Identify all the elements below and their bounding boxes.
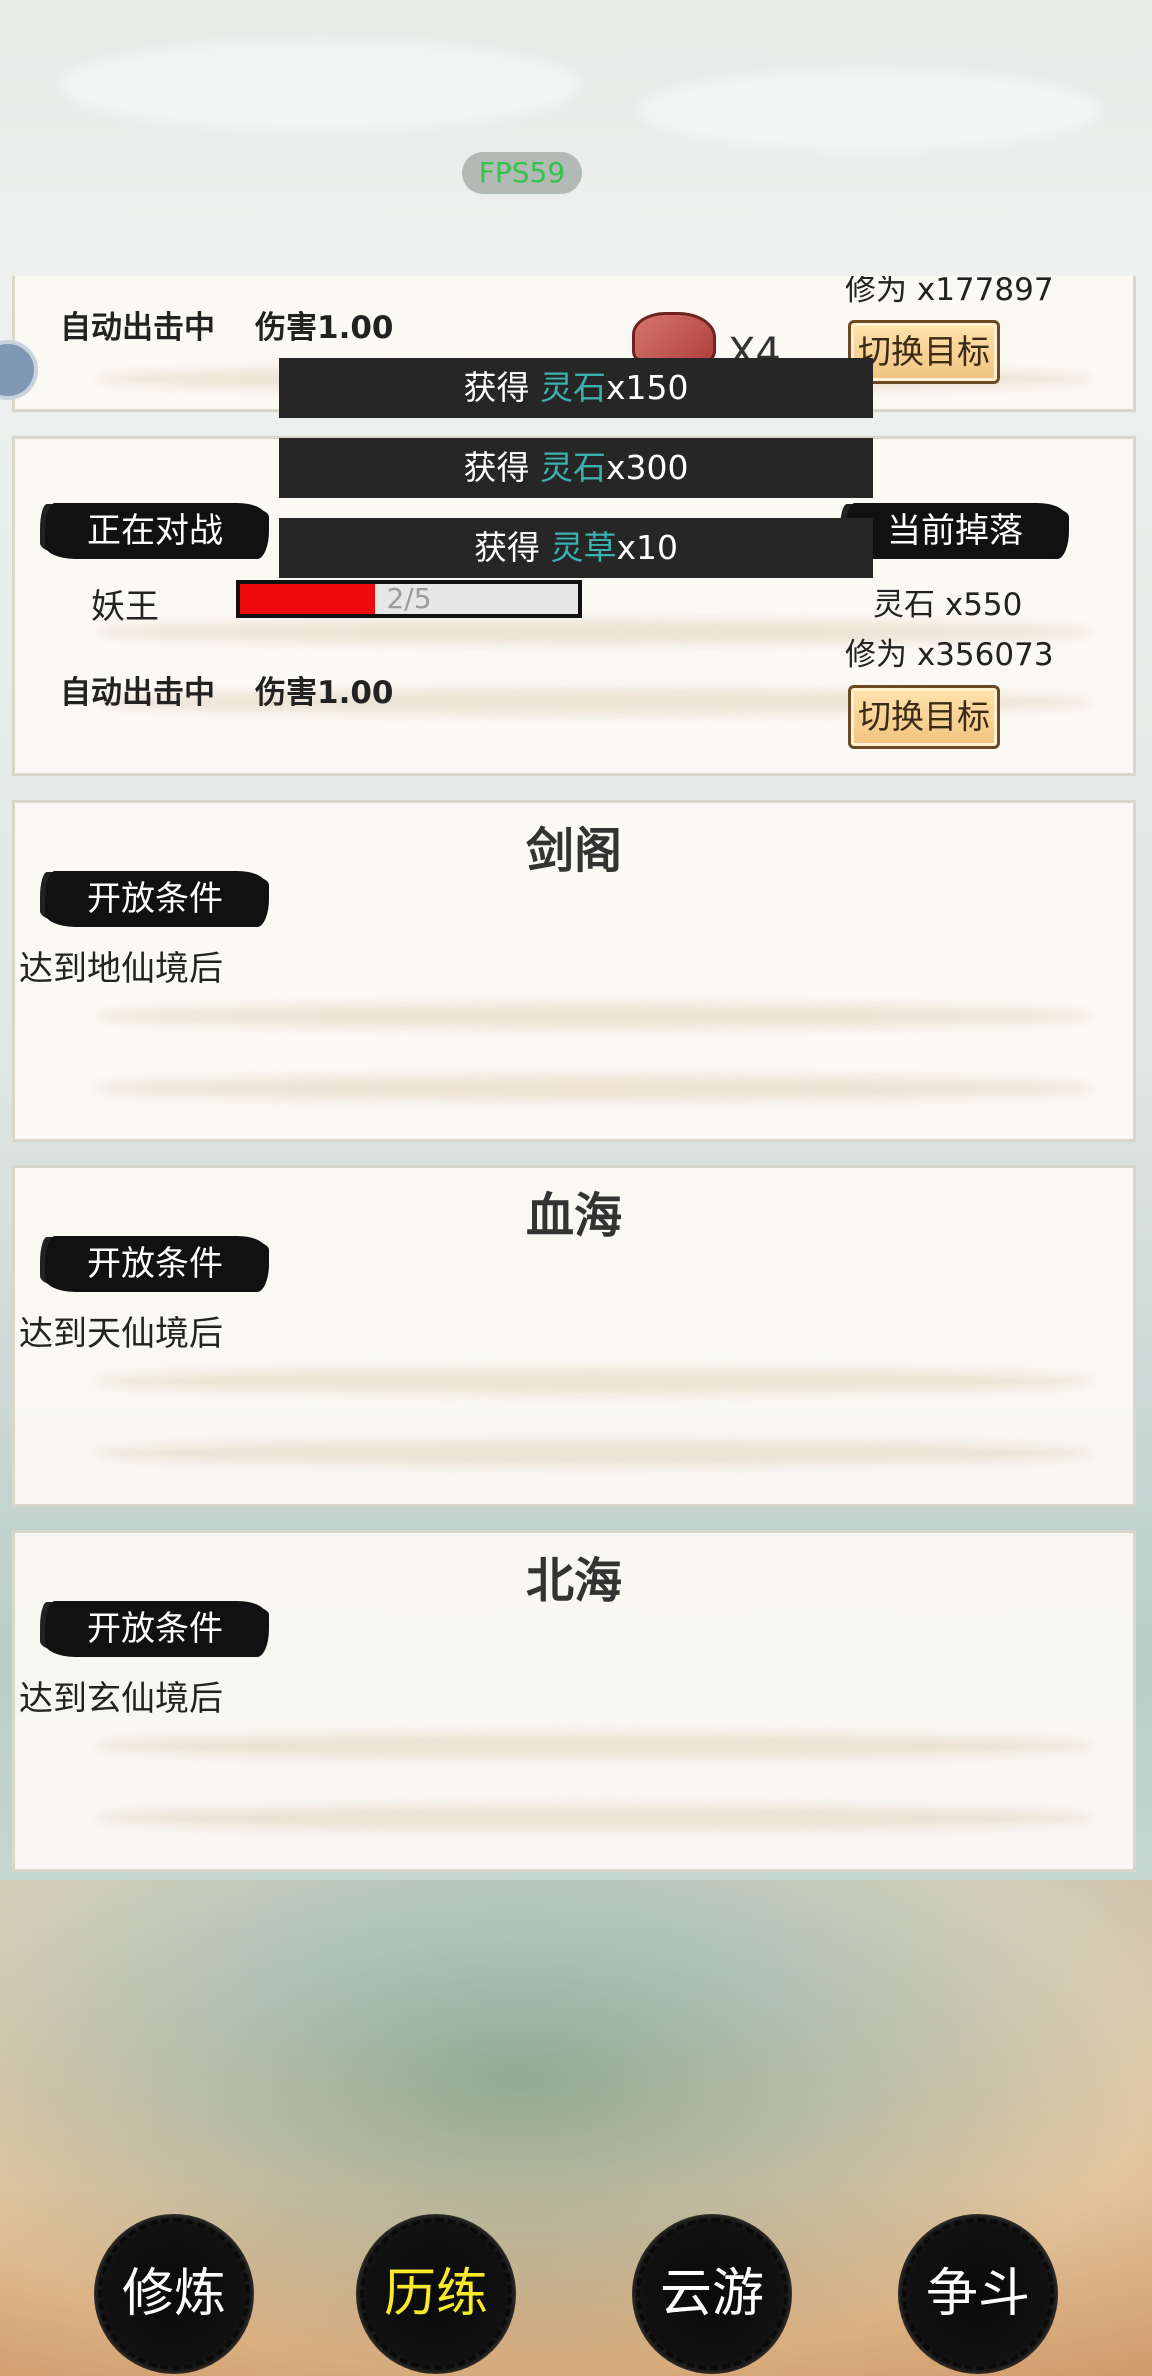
bg-cloud (60, 40, 580, 130)
reward-toast: 获得 灵石x150 (279, 358, 873, 418)
drop-item: 灵石 x550 (873, 587, 1023, 623)
auto-attack-status: 自动出击中 (60, 675, 215, 711)
damage-multiplier: 伤害1.00 (255, 310, 394, 346)
fps-counter: FPS59 (462, 152, 582, 194)
drop-cultivation: 修为 x177897 (845, 276, 1054, 308)
nav-adventure[interactable]: 历练 (356, 2214, 516, 2374)
reward-toast: 获得 灵草x10 (279, 518, 873, 578)
enemy-hp-bar: 2/5 (236, 580, 582, 618)
fighting-label: 正在对战 (45, 503, 265, 559)
reward-toast: 获得 灵石x300 (279, 438, 873, 498)
auto-attack-status: 自动出击中 (60, 310, 215, 346)
nav-battle[interactable]: 争斗 (898, 2214, 1058, 2374)
nav-cultivate[interactable]: 修炼 (94, 2214, 254, 2374)
unlock-condition-label: 开放条件 (45, 1601, 265, 1657)
unlock-condition-label: 开放条件 (45, 871, 265, 927)
zone-card-beihai[interactable]: 北海 开放条件 达到玄仙境后 (12, 1530, 1136, 1872)
unlock-condition: 达到玄仙境后 (19, 1679, 223, 1719)
unlock-condition: 达到天仙境后 (19, 1314, 223, 1354)
enemy-name: 妖王 (91, 587, 159, 627)
bg-cloud (640, 70, 1100, 150)
unlock-condition: 达到地仙境后 (19, 949, 223, 989)
damage-multiplier: 伤害1.00 (255, 675, 394, 711)
unlock-condition-label: 开放条件 (45, 1236, 265, 1292)
zone-card-xuehai[interactable]: 血海 开放条件 达到天仙境后 (12, 1165, 1136, 1507)
hp-text: 2/5 (386, 582, 432, 615)
current-drops-label: 当前掉落 (845, 503, 1065, 559)
switch-target-button[interactable]: 切换目标 (848, 685, 1000, 749)
nav-travel[interactable]: 云游 (632, 2214, 792, 2374)
drop-item: 修为 x356073 (845, 637, 1054, 673)
zone-card-jiange[interactable]: 剑阁 开放条件 达到地仙境后 (12, 800, 1136, 1142)
